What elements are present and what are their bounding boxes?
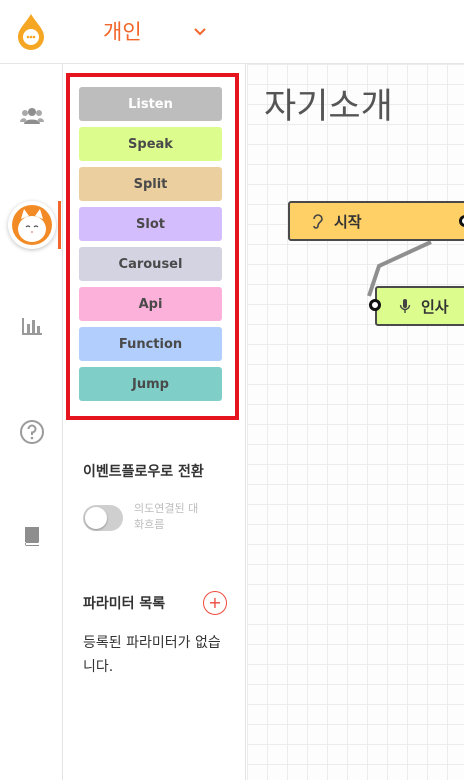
toggle-label: 의도연결된 대화흐름 <box>134 502 199 531</box>
flow-node-label: 인사 <box>421 297 449 316</box>
flow-node-label: 시작 <box>334 212 362 231</box>
start-output-port[interactable] <box>459 215 464 227</box>
team-icon[interactable] <box>0 92 63 140</box>
app-header: 개인 <box>0 0 464 64</box>
empty-param-message: 등록된 파라미터가 없습니다. <box>83 635 221 675</box>
chart-icon[interactable] <box>0 302 63 350</box>
event-flow-title: 이벤트플로우로 전환 <box>83 464 204 480</box>
palette-node-listen[interactable]: Listen <box>79 87 222 121</box>
toggle-knob <box>85 507 107 529</box>
book-icon[interactable] <box>0 512 63 560</box>
logo-icon[interactable] <box>14 12 48 50</box>
workspace-title[interactable]: 개인 <box>103 16 142 46</box>
add-parameter-button[interactable]: + <box>203 591 227 615</box>
greeting-input-port[interactable] <box>369 299 381 311</box>
palette-node-split[interactable]: Split <box>79 167 222 201</box>
chevron-down-icon[interactable] <box>193 24 207 38</box>
ear-icon <box>312 213 324 229</box>
palette-node-jump[interactable]: Jump <box>79 367 222 401</box>
flow-connector <box>367 240 432 297</box>
palette-node-carousel[interactable]: Carousel <box>79 247 222 281</box>
flow-canvas[interactable]: 자기소개 시작 인사 <box>247 64 464 780</box>
palette-node-slot[interactable]: Slot <box>79 207 222 241</box>
palette-node-speak[interactable]: Speak <box>79 127 222 161</box>
flow-node-start[interactable]: 시작 <box>288 201 464 241</box>
event-flow-toggle[interactable] <box>83 505 123 531</box>
plus-icon: + <box>208 593 222 612</box>
palette-node-api[interactable]: Api <box>79 287 222 321</box>
icon-rail <box>0 64 63 780</box>
palette-node-function[interactable]: Function <box>79 327 222 361</box>
rail-active-indicator <box>58 201 61 249</box>
help-icon[interactable] <box>0 408 63 456</box>
side-panel: Listen Speak Split Slot Carousel Api Function J… <box>63 64 246 780</box>
param-list-title: 파라미터 목록 <box>83 596 166 612</box>
flow-node-greeting[interactable]: 인사 <box>375 286 464 326</box>
mic-icon <box>399 298 411 314</box>
cat-avatar[interactable] <box>0 200 63 250</box>
